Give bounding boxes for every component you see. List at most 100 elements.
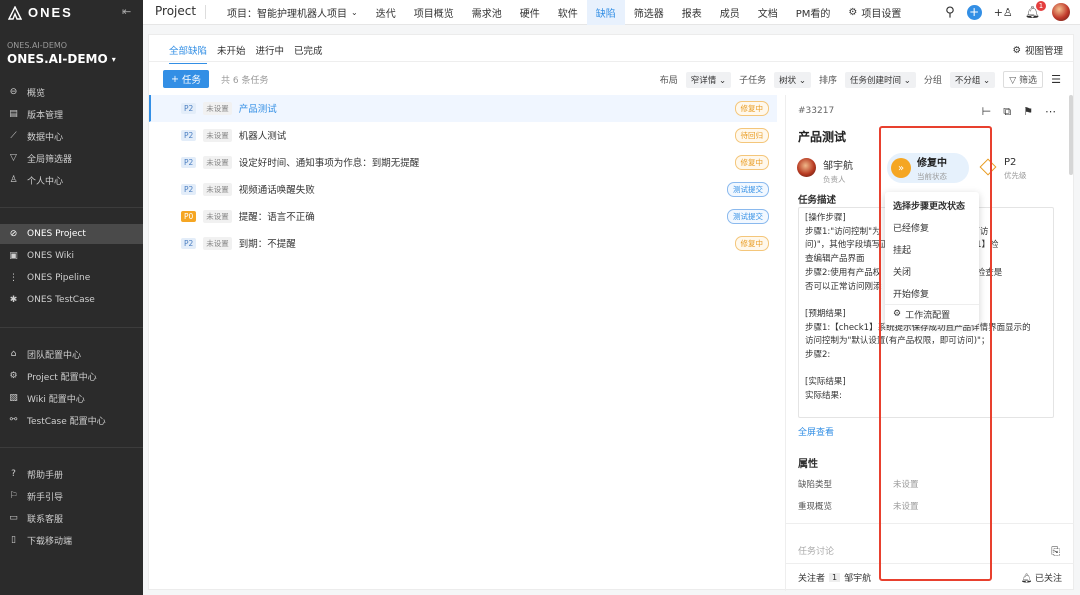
status-badge[interactable]: 修复中	[734, 100, 769, 116]
detail-scrollbar[interactable]	[1069, 95, 1073, 175]
tab-reports[interactable]: 报表	[673, 0, 711, 25]
menu-item-close[interactable]: 关闭	[893, 262, 911, 280]
subtask-tree-icon[interactable]: ⊢	[982, 105, 992, 119]
tab-backlog[interactable]: 需求池	[463, 0, 511, 25]
tab-iteration[interactable]: 迭代	[367, 0, 405, 25]
new-task-button[interactable]: + 任务	[163, 70, 209, 88]
filter-button[interactable]: ▽ 筛选	[1003, 71, 1043, 88]
user-avatar[interactable]	[1052, 3, 1070, 21]
tab-defects[interactable]: 缺陷	[586, 0, 625, 25]
status-badge[interactable]: 修复中	[734, 235, 769, 251]
attr-defect-type[interactable]: 缺陷类型 未设置	[798, 478, 919, 490]
assignee-field[interactable]: 邹宇航 负责人	[823, 157, 853, 185]
tab-filters[interactable]: 筛选器	[625, 0, 673, 25]
watchers-bar: 关注者 1 邹宇航 🔔︎ 已关注	[786, 563, 1074, 591]
attachment-clip-icon[interactable]: ⎘	[1051, 545, 1060, 559]
menu-item-suspend[interactable]: 挂起	[893, 240, 911, 258]
add-member-icon[interactable]: +♙	[994, 6, 1013, 19]
view-manage-button[interactable]: ⚙ 视图管理	[1012, 43, 1063, 58]
sidebar-item-label: 数据中心	[27, 132, 64, 143]
sort-label: 排序	[818, 76, 837, 86]
layout-select[interactable]: 窄详情 ⌄	[685, 71, 732, 88]
attr-reproduce[interactable]: 重现概览 未设置	[798, 500, 919, 512]
sidebar-item-support[interactable]: ▭ 联系客服	[0, 508, 143, 528]
sidebar-item-testcase-config[interactable]: ⚯ TestCase 配置中心	[0, 410, 143, 430]
sidebar-item-mobile[interactable]: ▯ 下载移动端	[0, 530, 143, 550]
sidebar: ONES ⇤ ONES.AI-DEMO ONES.AI-DEMO ▾ ⊖ 概览 ▤ 版…	[0, 0, 143, 595]
sidebar-item-label: ONES Project	[27, 229, 86, 239]
sidebar-item-label: ONES Wiki	[27, 251, 74, 261]
status-badge[interactable]: 测试提交	[727, 181, 769, 197]
follow-button[interactable]: 🔔︎ 已关注	[1021, 571, 1062, 584]
sidebar-item-data-center[interactable]: ⟋ 数据中心	[0, 126, 143, 146]
list-view-icon[interactable]: ☰	[1051, 73, 1061, 86]
brand-name: ONES	[28, 5, 73, 20]
status-selector[interactable]: » 修复中 当前状态	[887, 153, 969, 183]
table-row[interactable]: P2 未设置 机器人测试 待回归	[149, 122, 777, 149]
table-row[interactable]: P2 未设置 产品测试 修复中	[149, 95, 777, 122]
tab-docs[interactable]: 文档	[749, 0, 787, 25]
tab-software[interactable]: 软件	[549, 0, 587, 25]
module-title[interactable]: Project	[155, 4, 196, 18]
menu-item-fixed[interactable]: 已经修复	[893, 218, 929, 236]
tab-project-overview[interactable]: 项目概览	[405, 0, 463, 25]
priority-field[interactable]: P2 优先级	[979, 157, 1027, 181]
group-select[interactable]: 不分组 ⌄	[949, 71, 996, 88]
brand-logo[interactable]: ONES	[8, 4, 73, 21]
tab-project-settings[interactable]: ⚙ 项目设置	[839, 0, 910, 25]
sidebar-item-version[interactable]: ▤ 版本管理	[0, 104, 143, 124]
fullscreen-link[interactable]: 全屏查看	[798, 425, 834, 438]
sidebar-item-overview[interactable]: ⊖ 概览	[0, 82, 143, 102]
status-badge[interactable]: 修复中	[734, 154, 769, 170]
sidebar-item-team-config[interactable]: ⌂ 团队配置中心	[0, 344, 143, 364]
create-plus-icon[interactable]: +	[966, 4, 982, 20]
search-icon[interactable]: ⚲	[945, 5, 955, 20]
watchers-count: 1	[829, 573, 841, 582]
project-nav: 项目：智能护理机器人项目 ⌄ 迭代 项目概览 需求池 硬件 软件 缺陷 筛选器 报…	[218, 0, 910, 25]
table-row[interactable]: P2 未设置 视频通话唤醒失败 测试提交	[149, 176, 777, 203]
tab-hardware[interactable]: 硬件	[511, 0, 549, 25]
watchers-label: 关注者	[798, 574, 826, 584]
sidebar-item-guide[interactable]: ⚐ 新手引导	[0, 486, 143, 506]
sidebar-item-project-config[interactable]: ⚙ Project 配置中心	[0, 366, 143, 386]
table-row[interactable]: P0 未设置 提醒：语言不正确 测试提交	[149, 203, 777, 230]
copy-icon[interactable]: ⧉	[1003, 105, 1011, 119]
sidebar-item-ones-testcase[interactable]: ✱ ONES TestCase	[0, 290, 143, 310]
sidebar-item-help[interactable]: ? 帮助手册	[0, 464, 143, 484]
watcher-name[interactable]: 邹宇航	[844, 571, 871, 584]
priority-badge: P2	[181, 156, 197, 168]
sort-select[interactable]: 任务创建时间 ⌄	[844, 71, 916, 88]
sidebar-item-label: ONES Pipeline	[27, 273, 91, 283]
org-switcher[interactable]: ONES.AI-DEMO ▾	[7, 52, 116, 66]
task-title[interactable]: 产品测试	[798, 128, 846, 145]
menu-item-start-fix[interactable]: 开始修复	[893, 284, 929, 302]
sidebar-item-personal[interactable]: ♙ 个人中心	[0, 170, 143, 190]
table-row[interactable]: P2 未设置 设定好时间、通知事项为作息：到期无提醒 修复中	[149, 149, 777, 176]
flag-icon[interactable]: ⚑	[1023, 105, 1033, 119]
more-icon[interactable]: ⋯	[1045, 105, 1056, 119]
subtask-select[interactable]: 树状 ⌄	[774, 71, 811, 88]
sidebar-item-ones-pipeline[interactable]: ⋮ ONES Pipeline	[0, 268, 143, 288]
filter-icon: ▽	[1009, 76, 1017, 86]
sidebar-collapse-icon[interactable]: ⇤	[122, 5, 131, 18]
menu-item-workflow-config[interactable]: ⚙ 工作流配置	[893, 305, 950, 323]
table-row[interactable]: P2 未设置 到期：不提醒 修复中	[149, 230, 777, 257]
status-badge[interactable]: 测试提交	[727, 208, 769, 224]
project-selector[interactable]: 项目：智能护理机器人项目 ⌄	[218, 0, 367, 25]
comment-input[interactable]: 任务讨论	[786, 523, 1074, 563]
chevron-down-icon: ⌄	[351, 8, 358, 17]
user-icon: ♙	[9, 175, 18, 185]
sidebar-item-ones-project[interactable]: ⊘ ONES Project	[0, 224, 143, 244]
tab-pm-view[interactable]: PM看的	[787, 0, 840, 25]
tab-members[interactable]: 成员	[711, 0, 749, 25]
testcase-icon: ✱	[9, 295, 18, 305]
sidebar-item-global-filter[interactable]: ▽ 全局筛选器	[0, 148, 143, 168]
sidebar-item-label: 个人中心	[27, 176, 64, 187]
priority-value: P2	[1004, 157, 1017, 168]
unset-tag: 未设置	[203, 182, 232, 196]
sidebar-item-wiki-config[interactable]: ▧ Wiki 配置中心	[0, 388, 143, 408]
sidebar-item-ones-wiki[interactable]: ▣ ONES Wiki	[0, 246, 143, 266]
status-badge[interactable]: 待回归	[734, 127, 769, 143]
notification-bell-icon[interactable]: 🔔︎ 1	[1025, 1, 1046, 19]
task-detail-panel: #33217 ⊢ ⧉ ⚑ ⋯ 产品测试 邹宇航 负责人 » 修复中 当前状态 P…	[786, 95, 1074, 591]
